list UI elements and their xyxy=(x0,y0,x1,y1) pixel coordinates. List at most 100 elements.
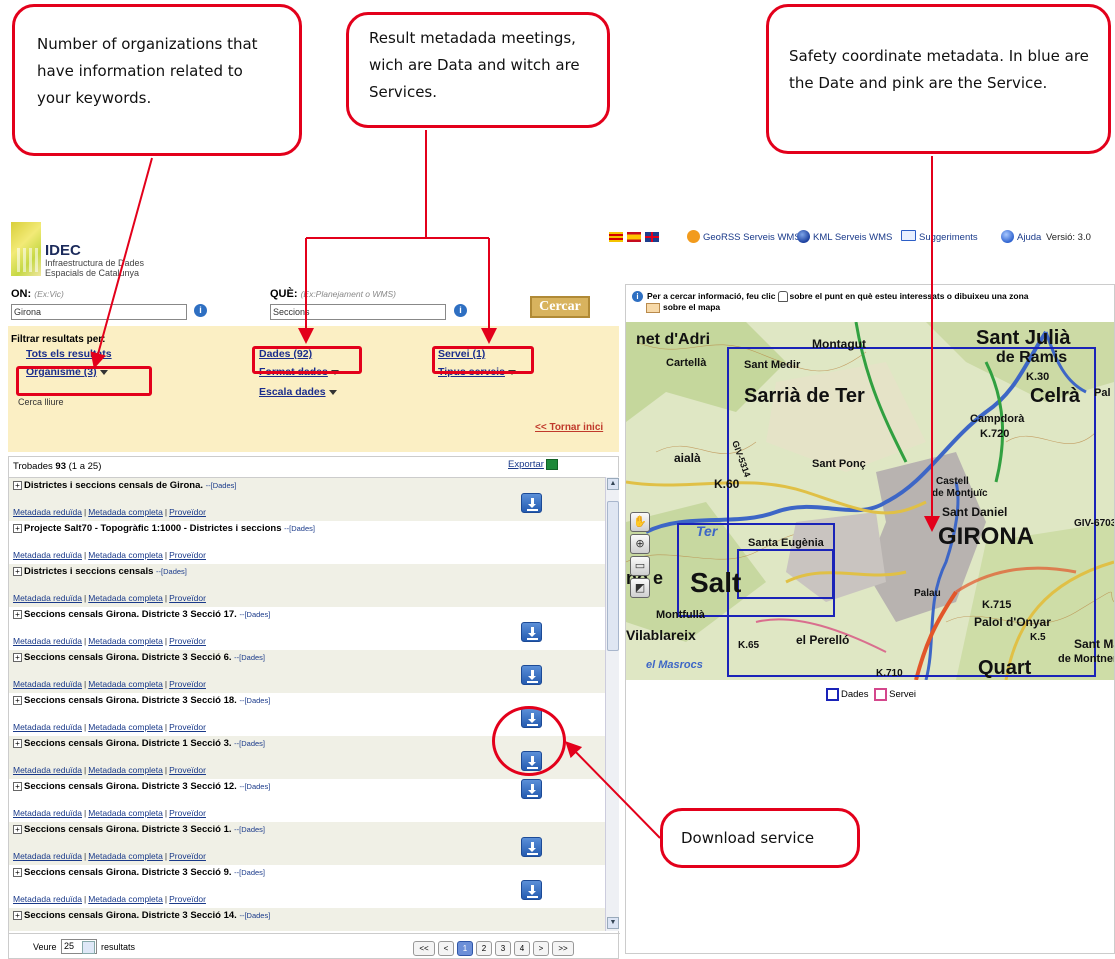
per-page-select[interactable]: 25 xyxy=(61,939,97,954)
link-full-metadata[interactable]: Metadada completa xyxy=(88,894,163,904)
zoom-in-icon[interactable]: ⊕ xyxy=(630,534,650,554)
back-to-start-link[interactable]: << Tornar inici xyxy=(535,422,603,433)
que-input[interactable] xyxy=(270,304,446,320)
zoom-box-icon[interactable]: ▭ xyxy=(630,556,650,576)
pager-page-2[interactable]: 2 xyxy=(476,941,492,956)
expand-icon[interactable]: + xyxy=(13,781,22,791)
link-reduced-metadata[interactable]: Metadada reduïda xyxy=(13,679,82,689)
pager-first[interactable]: << xyxy=(413,941,435,956)
link-provider[interactable]: Proveïdor xyxy=(169,851,206,861)
georss-link[interactable]: GeoRSS Serveis WMS xyxy=(703,232,801,243)
link-full-metadata[interactable]: Metadada completa xyxy=(88,722,163,732)
pager-next[interactable]: > xyxy=(533,941,549,956)
pager-prev[interactable]: < xyxy=(438,941,454,956)
link-provider[interactable]: Proveïdor xyxy=(169,679,206,689)
link-provider[interactable]: Proveïdor xyxy=(169,593,206,603)
topographic-map[interactable]: net d'Adri Cartellà Sant Medir Montagut … xyxy=(626,322,1114,680)
download-icon[interactable] xyxy=(521,665,542,685)
link-provider[interactable]: Proveïdor xyxy=(169,894,206,904)
link-reduced-metadata[interactable]: Metadada reduïda xyxy=(13,550,82,560)
link-reduced-metadata[interactable]: Metadada reduïda xyxy=(13,894,82,904)
item-title[interactable]: + Seccions censals Girona. Districte 3 Se… xyxy=(13,867,265,878)
item-title[interactable]: + Seccions censals Girona. Districte 3 Se… xyxy=(13,824,265,835)
link-provider[interactable]: Proveïdor xyxy=(169,636,206,646)
pager-page-3[interactable]: 3 xyxy=(495,941,511,956)
item-title[interactable]: + Seccions censals Girona. Districte 3 Se… xyxy=(13,609,270,620)
expand-icon[interactable]: + xyxy=(13,910,22,920)
download-icon[interactable] xyxy=(521,779,542,799)
filter-all-results[interactable]: Tots els resultats xyxy=(26,348,112,360)
filter-escala-dades[interactable]: Escala dades xyxy=(259,386,337,398)
expand-icon[interactable]: + xyxy=(13,523,22,533)
link-full-metadata[interactable]: Metadada completa xyxy=(88,550,163,560)
link-reduced-metadata[interactable]: Metadada reduïda xyxy=(13,765,82,775)
expand-icon[interactable]: + xyxy=(13,867,22,877)
measure-ruler-icon[interactable]: ◩ xyxy=(630,578,650,598)
link-reduced-metadata[interactable]: Metadada reduïda xyxy=(13,808,82,818)
on-input[interactable] xyxy=(11,304,187,320)
item-title[interactable]: + Seccions censals Girona. Districte 3 Se… xyxy=(13,910,270,921)
link-full-metadata[interactable]: Metadada completa xyxy=(88,679,163,689)
help-link[interactable]: Ajuda xyxy=(1017,232,1041,243)
pager-page-1[interactable]: 1 xyxy=(457,941,473,956)
pager-last[interactable]: >> xyxy=(552,941,574,956)
download-icon[interactable] xyxy=(521,880,542,900)
item-title[interactable]: + Districtes i seccions censals de Girona… xyxy=(13,480,236,491)
suggestions-link[interactable]: Suggeriments xyxy=(919,232,978,243)
georss-icon[interactable] xyxy=(687,230,700,243)
item-title[interactable]: + Projecte Salt70 - Topogràfic 1:1000 - D… xyxy=(13,523,315,534)
on-info-icon[interactable]: i xyxy=(194,304,207,317)
pan-hand-icon[interactable]: ✋ xyxy=(630,512,650,532)
link-provider[interactable]: Proveïdor xyxy=(169,550,206,560)
link-reduced-metadata[interactable]: Metadada reduïda xyxy=(13,722,82,732)
pager-page-4[interactable]: 4 xyxy=(514,941,530,956)
expand-icon[interactable]: + xyxy=(13,609,22,619)
link-provider[interactable]: Proveïdor xyxy=(169,507,206,517)
scroll-down-icon[interactable]: ▼ xyxy=(607,917,619,929)
scroll-up-icon[interactable]: ▲ xyxy=(607,478,619,490)
link-reduced-metadata[interactable]: Metadada reduïda xyxy=(13,507,82,517)
spanish-flag-icon[interactable] xyxy=(627,232,641,242)
link-full-metadata[interactable]: Metadada completa xyxy=(88,507,163,517)
link-reduced-metadata[interactable]: Metadada reduïda xyxy=(13,851,82,861)
link-provider[interactable]: Proveïdor xyxy=(169,722,206,732)
link-reduced-metadata[interactable]: Metadada reduïda xyxy=(13,636,82,646)
expand-icon[interactable]: + xyxy=(13,652,22,662)
catalan-flag-icon[interactable] xyxy=(609,232,623,242)
que-info-icon[interactable]: i xyxy=(454,304,467,317)
item-links: Metadada reduïda | Metadada completa | Prove… xyxy=(13,636,206,646)
link-full-metadata[interactable]: Metadada completa xyxy=(88,593,163,603)
item-title[interactable]: + Districtes i seccions censals --[Dades] xyxy=(13,566,187,577)
item-title[interactable]: + Seccions censals Girona. Districte 3 Se… xyxy=(13,652,265,663)
download-icon[interactable] xyxy=(521,493,542,513)
suggestions-icon[interactable] xyxy=(901,230,916,241)
kml-link[interactable]: KML Serveis WMS xyxy=(813,232,892,243)
kml-globe-icon[interactable] xyxy=(797,230,810,243)
link-full-metadata[interactable]: Metadada completa xyxy=(88,636,163,646)
expand-icon[interactable]: + xyxy=(13,824,22,834)
link-full-metadata[interactable]: Metadada completa xyxy=(88,765,163,775)
results-list[interactable]: + Districtes i seccions censals de Girona… xyxy=(9,477,605,931)
map-view[interactable]: net d'Adri Cartellà Sant Medir Montagut … xyxy=(626,322,1114,680)
results-scrollbar[interactable]: ▲ ▼ xyxy=(605,477,619,931)
link-full-metadata[interactable]: Metadada completa xyxy=(88,808,163,818)
link-provider[interactable]: Proveïdor xyxy=(169,808,206,818)
item-title[interactable]: + Seccions censals Girona. Districte 3 Se… xyxy=(13,781,270,792)
expand-icon[interactable]: + xyxy=(13,695,22,705)
expand-icon[interactable]: + xyxy=(13,480,22,490)
item-title[interactable]: + Seccions censals Girona. Districte 3 Se… xyxy=(13,695,270,706)
search-button[interactable]: Cercar xyxy=(530,296,590,318)
help-icon[interactable] xyxy=(1001,230,1014,243)
expand-icon[interactable]: + xyxy=(13,566,22,576)
export-link[interactable]: Exportar xyxy=(508,459,558,470)
english-flag-icon[interactable] xyxy=(645,232,659,242)
expand-icon[interactable]: + xyxy=(13,738,22,748)
idec-logo[interactable]: IDEC Infraestructura de Dades Espacials … xyxy=(11,222,161,280)
link-reduced-metadata[interactable]: Metadada reduïda xyxy=(13,593,82,603)
download-icon[interactable] xyxy=(521,622,542,642)
scroll-thumb[interactable] xyxy=(607,501,619,651)
link-provider[interactable]: Proveïdor xyxy=(169,765,206,775)
link-full-metadata[interactable]: Metadada completa xyxy=(88,851,163,861)
item-title[interactable]: + Seccions censals Girona. Districte 1 Se… xyxy=(13,738,265,749)
download-icon[interactable] xyxy=(521,837,542,857)
